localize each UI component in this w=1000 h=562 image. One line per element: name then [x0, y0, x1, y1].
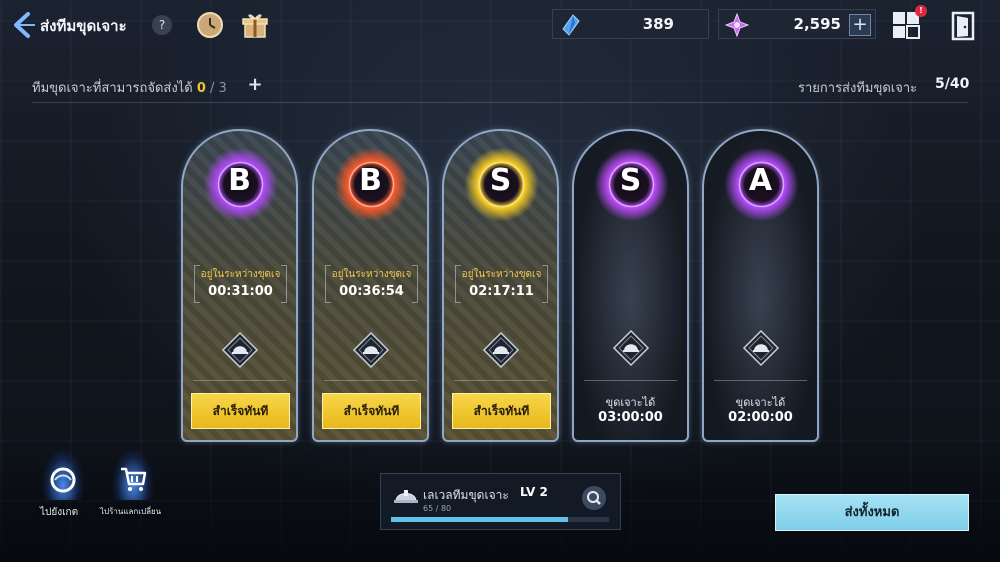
add-gem-button[interactable]: +	[849, 14, 871, 36]
dispatch-separator: /	[210, 81, 215, 96]
team-level-value: LV 2	[520, 485, 548, 499]
card-divider	[193, 380, 286, 381]
team-member-icon	[482, 331, 520, 369]
clock-icon	[197, 12, 223, 38]
crystal-amount: 389	[642, 15, 674, 33]
team-member-icon	[612, 329, 650, 367]
card-divider	[714, 380, 807, 381]
rank-letter: A	[748, 163, 773, 198]
status-box: อยู่ในระหว่างขุดเจ 02:17:11	[455, 265, 548, 303]
team-member-icon	[352, 331, 390, 369]
shopping-cart-icon	[121, 467, 147, 491]
card-divider	[584, 380, 677, 381]
rank-letter: B	[228, 163, 251, 198]
remaining-time: 00:36:54	[339, 284, 404, 299]
go-to-gate-label: ไปยังเกต	[40, 507, 79, 518]
drill-duration: 03:00:00	[598, 410, 663, 425]
instant-complete-button[interactable]: สำเร็จทันที	[452, 393, 551, 429]
level-details-button[interactable]	[582, 486, 606, 510]
gem-currency: 2,595 +	[718, 9, 876, 39]
status-box: อยู่ในระหว่างขุดเจ 00:36:54	[325, 265, 418, 303]
remaining-time: 02:17:11	[469, 284, 534, 299]
crystal-currency: 389	[552, 9, 709, 39]
gift-button[interactable]	[240, 10, 270, 40]
drill-team-card[interactable]: A ขุดเจาะได้ 02:00:00	[702, 129, 819, 442]
drill-duration-label: ขุดเจาะได้	[605, 396, 656, 409]
drill-team-card[interactable]: S อยู่ในระหว่างขุดเจ 02:17:11 สำเร็จทันที	[442, 129, 559, 442]
card-divider	[324, 380, 417, 381]
dispatch-label: ทีมขุดเจาะที่สามารถจัดส่งได้	[32, 81, 193, 96]
header-divider	[32, 102, 968, 103]
back-button[interactable]	[8, 10, 36, 40]
drill-duration: 02:00:00	[728, 410, 793, 425]
exit-button[interactable]	[950, 11, 976, 41]
team-level-progress-bar	[391, 517, 609, 522]
portal-icon	[50, 467, 76, 493]
magnifier-icon	[587, 491, 601, 505]
purple-gem-icon	[725, 13, 749, 37]
dispatch-current: 0	[196, 81, 206, 96]
status-label: อยู่ในระหว่างขุดเจ	[200, 269, 281, 280]
remaining-time: 00:31:00	[208, 284, 273, 299]
status-label: อยู่ในระหว่างขุดเจ	[461, 269, 542, 280]
page-title: ส่งทีมขุดเจาะ	[40, 17, 127, 35]
blue-crystal-icon	[562, 14, 580, 36]
dispatch-list-label: รายการส่งทีมขุดเจาะ	[798, 81, 918, 96]
go-to-shop-label: ไปร้านแลกเปลี่ยน	[100, 507, 162, 516]
instant-complete-button[interactable]: สำเร็จทันที	[191, 393, 290, 429]
dispatch-list-count: 5/40	[935, 76, 970, 92]
status-label: อยู่ในระหว่างขุดเจ	[331, 269, 412, 280]
drill-team-card[interactable]: B อยู่ในระหว่างขุดเจ 00:36:54 สำเร็จทันที	[312, 129, 429, 442]
team-member-icon	[742, 329, 780, 367]
clock-button[interactable]	[196, 11, 224, 39]
gift-box-icon	[242, 14, 268, 38]
drill-duration-label: ขุดเจาะได้	[735, 396, 786, 409]
card-divider	[454, 380, 547, 381]
helmet-icon	[394, 490, 418, 503]
dispatch-capacity: ทีมขุดเจาะที่สามารถจัดส่งได้ 0 / 3	[32, 77, 227, 98]
team-level-panel: เลเวลทีมขุดเจาะ LV 2 65 / 80	[380, 473, 621, 530]
exit-door-icon	[951, 11, 975, 41]
rank-letter: S	[619, 163, 642, 198]
notification-badge: !	[915, 5, 927, 17]
send-all-button[interactable]: ส่งทั้งหมด	[775, 494, 969, 531]
team-member-icon	[221, 331, 259, 369]
top-bar: ส่งทีมขุดเจาะ ? 389 2,595 + !	[0, 0, 1000, 50]
status-box: อยู่ในระหว่างขุดเจ 00:31:00	[194, 265, 287, 303]
back-arrow-icon	[14, 12, 35, 38]
help-button[interactable]: ?	[152, 15, 172, 35]
drill-team-card[interactable]: B อยู่ในระหว่างขุดเจ 00:31:00 สำเร็จทันที	[181, 129, 298, 442]
gem-amount: 2,595	[793, 15, 841, 33]
team-level-progress-fill	[391, 517, 569, 522]
team-level-exp: 65 / 80	[423, 504, 452, 513]
instant-complete-button[interactable]: สำเร็จทันที	[322, 393, 421, 429]
rank-letter: S	[489, 163, 512, 198]
rank-letter: B	[359, 163, 382, 198]
dispatch-max: 3	[218, 81, 227, 96]
drill-team-card[interactable]: S ขุดเจาะได้ 03:00:00	[572, 129, 689, 442]
team-level-label: เลเวลทีมขุดเจาะ	[423, 488, 509, 502]
add-dispatch-slot-button[interactable]: +	[246, 76, 264, 95]
